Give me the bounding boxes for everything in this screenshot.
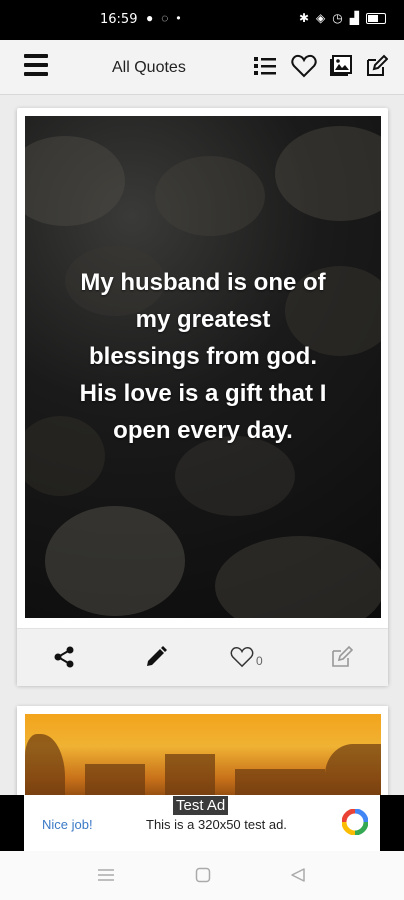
ad-nice-job: Nice job! xyxy=(42,817,93,832)
alarm-icon: ◷ xyxy=(332,11,343,25)
ad-tag: Test Ad xyxy=(173,796,229,815)
status-time: 16:59 xyxy=(100,12,138,27)
quote-line: My husband is one of xyxy=(80,269,326,296)
heart-outline-icon xyxy=(230,647,254,668)
like-button[interactable]: 0 xyxy=(230,643,263,671)
ad-banner[interactable]: Test Ad Nice job! This is a 320x50 test … xyxy=(0,795,404,851)
like-count: 0 xyxy=(256,654,263,668)
location-icon: ◌ xyxy=(161,11,169,25)
quote-background-image xyxy=(25,714,381,806)
edit-box-icon[interactable] xyxy=(329,643,353,671)
menu-icon[interactable] xyxy=(24,54,48,78)
quote-line: open every day. xyxy=(113,417,293,444)
dot-icon: • xyxy=(176,11,181,25)
vibrate-icon: ◈ xyxy=(316,11,326,25)
edit-icon[interactable] xyxy=(363,53,389,79)
quote-card[interactable] xyxy=(17,706,388,806)
back-icon[interactable] xyxy=(290,867,306,883)
ad-logo-icon xyxy=(342,809,368,835)
quote-line: blessings from god. xyxy=(88,343,318,370)
quote-background-image: My husband is one of my greatest blessin… xyxy=(25,116,381,618)
gallery-icon[interactable] xyxy=(327,53,353,79)
signal-icon: ▟ xyxy=(349,11,359,25)
heart-icon[interactable] xyxy=(291,53,317,79)
app-bar: All Quotes xyxy=(0,40,404,95)
ad-message: This is a 320x50 test ad. xyxy=(146,817,287,832)
list-icon[interactable] xyxy=(252,53,278,79)
battery-icon xyxy=(366,12,386,24)
system-nav-bar xyxy=(0,851,404,900)
quote-card[interactable]: My husband is one of my greatest blessin… xyxy=(17,108,388,686)
share-icon[interactable] xyxy=(52,643,76,671)
quote-text: My husband is one of my greatest blessin… xyxy=(25,264,381,449)
status-bar: 16:59 ● ◌ • ✱ ◈ ◷ ▟ xyxy=(0,0,404,40)
quote-line: His love is a gift that I xyxy=(79,380,327,407)
home-icon[interactable] xyxy=(195,867,211,883)
recents-icon[interactable] xyxy=(97,867,115,883)
quote-line: my greatest xyxy=(135,306,271,333)
pencil-icon[interactable] xyxy=(144,643,168,671)
chat-icon: ● xyxy=(146,11,154,25)
page-title: All Quotes xyxy=(112,59,186,76)
card-actions: 0 xyxy=(17,628,388,686)
bluetooth-icon: ✱ xyxy=(298,11,310,25)
